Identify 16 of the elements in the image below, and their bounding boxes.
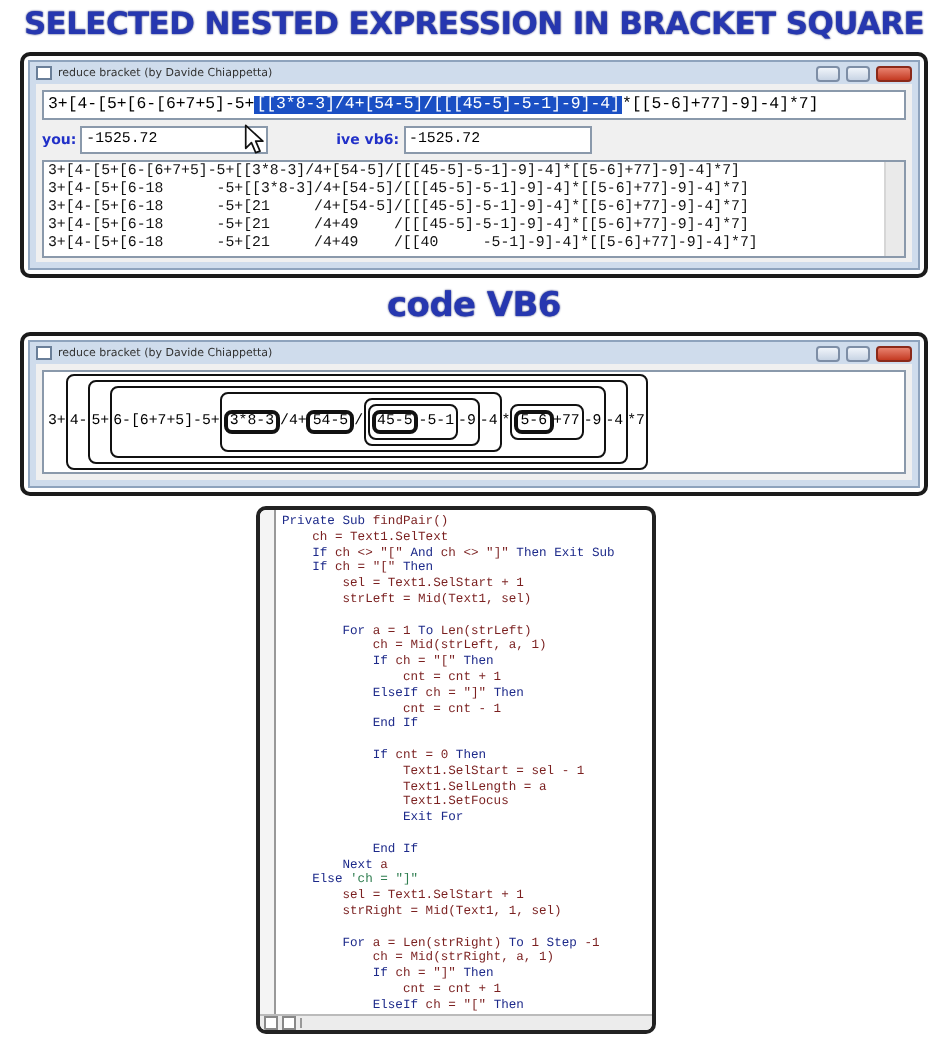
steps-list[interactable]	[42, 160, 906, 258]
app-icon	[36, 346, 52, 360]
maximize-button[interactable]	[846, 345, 870, 361]
close-button[interactable]	[876, 65, 912, 81]
minimize-button[interactable]	[816, 345, 840, 361]
horizontal-scrollbar[interactable]	[260, 1013, 652, 1029]
app-icon	[36, 66, 52, 80]
heading: SELECTED NESTED EXPRESSION IN BRACKET SQUARE	[23, 6, 925, 42]
heading: code VB6	[387, 286, 561, 326]
close-button[interactable]	[876, 345, 912, 361]
mouse-pointer-icon	[244, 124, 266, 154]
vertical-scrollbar[interactable]	[884, 162, 904, 256]
expression-field[interactable]: 3+[4-[5+[6-[6+7+5]-5+[[3*8-3]/4+[54-5]/[[[45-5]-5-1]-9]-4]*[[5-6]+77]-9]-4]*7]	[42, 90, 906, 120]
maximize-button[interactable]	[846, 65, 870, 81]
minimize-button[interactable]	[816, 65, 840, 81]
text-selection: [[3*8-3]/4+[54-5]/[[[45-5]-5-1]-9]-4]	[254, 96, 622, 114]
